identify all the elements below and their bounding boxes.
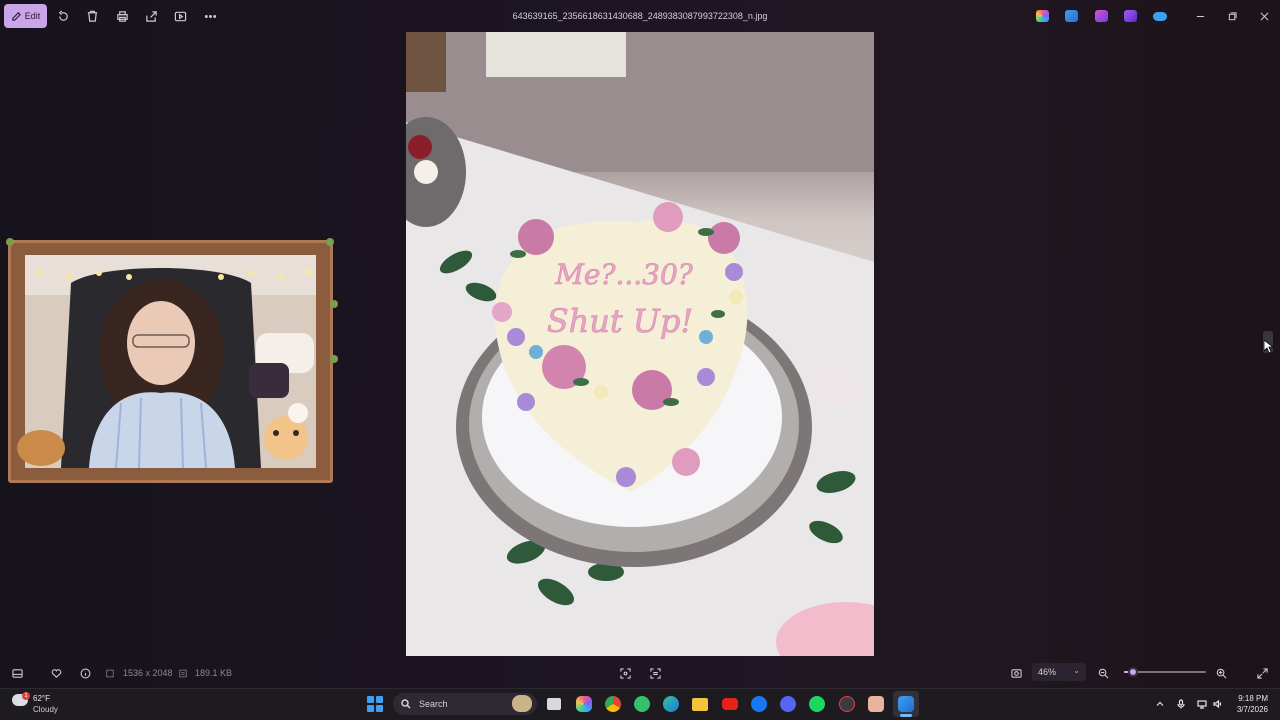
image-dimensions: 1536 x 2048 <box>123 668 173 678</box>
discord-icon[interactable] <box>780 696 796 712</box>
cake-text-line1: Me?...30? <box>554 258 694 291</box>
vine-decoration <box>6 238 14 246</box>
zoom-out-icon <box>1098 668 1108 678</box>
webcam-feed-image <box>11 243 330 480</box>
vine-decoration <box>330 300 338 308</box>
chevron-down-icon: ⌄ <box>1073 666 1080 675</box>
webcam-overlay <box>8 240 333 483</box>
show-hidden-icons-button[interactable] <box>1154 698 1166 710</box>
restore-icon <box>1228 11 1237 20</box>
filmstrip-button[interactable] <box>10 666 24 680</box>
zoom-slider-thumb[interactable] <box>1128 667 1138 677</box>
photos-editor-icon[interactable] <box>1065 10 1078 22</box>
volume-button[interactable] <box>1212 698 1224 710</box>
minimize-icon <box>1196 15 1204 17</box>
info-icon <box>80 668 90 678</box>
favorite-button[interactable] <box>49 666 63 680</box>
maximize-button[interactable] <box>1225 9 1239 23</box>
close-icon <box>1260 12 1268 20</box>
designer-icon[interactable] <box>1095 10 1108 22</box>
task-view-icon[interactable] <box>547 698 561 710</box>
zoom-level-value: 46% <box>1038 667 1057 677</box>
youtube-icon[interactable] <box>722 698 738 710</box>
chevron-up-icon <box>1156 701 1164 706</box>
onedrive-icon[interactable] <box>1153 12 1167 21</box>
info-button[interactable] <box>78 666 92 680</box>
microphone-icon <box>1177 699 1185 709</box>
filmstrip-icon <box>11 668 23 678</box>
visual-search-button[interactable] <box>648 666 662 680</box>
zoom-in-button[interactable] <box>1214 666 1228 680</box>
taskbar-clock-time[interactable]: 9:18 PM <box>1226 694 1268 703</box>
taskbar-clock-date[interactable]: 3/7/2026 <box>1226 705 1268 714</box>
search-icon <box>401 699 411 709</box>
weather-temperature[interactable]: 62°F <box>33 694 50 703</box>
zoom-level-dropdown[interactable]: 46% ⌄ <box>1032 663 1086 681</box>
heart-icon <box>51 668 61 678</box>
photos-taskbar-icon[interactable] <box>898 696 914 712</box>
search-highlight-icon <box>512 695 532 712</box>
fit-screen-icon <box>1010 668 1022 678</box>
expand-icon <box>1256 667 1268 679</box>
spotify-icon[interactable] <box>809 696 825 712</box>
search-label: Search <box>419 699 448 709</box>
copilot-taskbar-icon[interactable] <box>576 696 592 712</box>
select-region-icon <box>619 667 631 679</box>
fullscreen-button[interactable] <box>1255 666 1269 680</box>
speaker-icon <box>1213 699 1222 709</box>
vine-decoration <box>326 238 334 246</box>
zoom-out-button[interactable] <box>1096 666 1110 680</box>
active-app-indicator <box>900 714 912 717</box>
file-size: 189.1 KB <box>195 668 233 678</box>
file-explorer-icon[interactable] <box>692 698 708 711</box>
zoom-in-icon <box>1216 668 1226 678</box>
cake-photo-image: Me?...30? Shut Up! <box>406 32 874 656</box>
xbox-icon[interactable] <box>634 696 650 712</box>
mouse-cursor-icon <box>1264 340 1273 354</box>
streaming-app-icon[interactable] <box>868 696 884 712</box>
dimensions-icon <box>105 666 115 680</box>
file-size-icon <box>178 666 188 680</box>
minimize-button[interactable] <box>1193 9 1207 23</box>
fit-to-window-button[interactable] <box>1009 666 1023 680</box>
vine-decoration <box>330 355 338 363</box>
copilot-icon[interactable] <box>1036 10 1049 22</box>
notification-badge: 1 <box>22 692 30 700</box>
close-button[interactable] <box>1257 9 1271 23</box>
chrome-icon[interactable] <box>605 696 621 712</box>
status-bar <box>0 660 1280 686</box>
microphone-button[interactable] <box>1175 698 1187 710</box>
network-icon <box>1197 700 1207 709</box>
start-button[interactable] <box>367 696 383 712</box>
facebook-icon[interactable] <box>751 696 767 712</box>
crop-select-button[interactable] <box>618 666 632 680</box>
main-photo[interactable]: Me?...30? Shut Up! <box>406 32 874 656</box>
weather-condition[interactable]: Cloudy <box>33 705 58 714</box>
clipchamp-icon[interactable] <box>1124 10 1137 22</box>
network-button[interactable] <box>1196 698 1208 710</box>
edge-icon[interactable] <box>663 696 679 712</box>
obs-icon[interactable] <box>839 696 855 712</box>
cake-text-line2: Shut Up! <box>547 302 693 340</box>
file-name-title: 643639165_2356618631430688_2489383087993… <box>512 11 768 21</box>
text-scan-icon <box>649 667 661 679</box>
